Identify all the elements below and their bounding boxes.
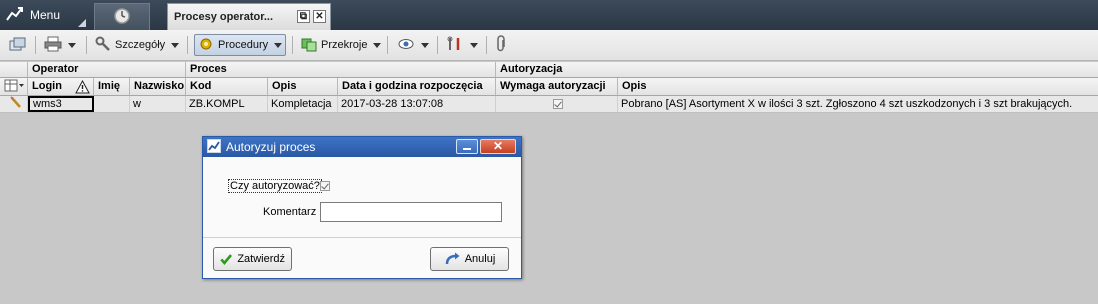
grid-column-header: Login Imię Nazwisko Kod Opis Data i godz… <box>0 78 1098 96</box>
column-header-imie[interactable]: Imię <box>94 78 130 95</box>
edit-pencil-icon <box>10 96 21 108</box>
toolbar-separator <box>86 36 87 54</box>
gears-icon <box>198 36 214 55</box>
cell-login[interactable]: wms3 <box>28 96 94 112</box>
dialog-footer: Zatwierdź Anuluj <box>203 237 521 279</box>
sections-label: Przekroje <box>321 39 368 51</box>
column-header-nazwisko[interactable]: Nazwisko <box>130 78 186 95</box>
comment-input[interactable] <box>320 202 502 222</box>
chevron-down-icon <box>470 42 478 48</box>
tab-procesy-operatorow[interactable]: Procesy operator... ⧉ ✕ <box>167 3 331 30</box>
toolbar-separator <box>387 36 388 54</box>
menu-label: Menu <box>30 8 61 22</box>
tab-dashboard[interactable] <box>94 3 150 30</box>
authorize-checkbox[interactable] <box>320 181 330 191</box>
cell-opis-autoryzacji[interactable]: Pobrano [AS] Asortyment X w ilości 3 szt… <box>618 96 1098 112</box>
tools-button[interactable] <box>443 34 481 56</box>
chevron-down-icon <box>68 42 76 48</box>
column-chooser-button[interactable] <box>0 78 28 95</box>
procedures-button[interactable]: Procedury <box>194 34 286 56</box>
tab-restore-button[interactable]: ⧉ <box>297 10 310 23</box>
grid-group-header: Operator Proces Autoryzacja <box>0 62 1098 78</box>
warning-icon <box>75 80 90 94</box>
dialog-minimize-button[interactable] <box>456 139 478 154</box>
cell-wymaga-autoryzacji[interactable] <box>496 96 618 112</box>
dialog-title-bar[interactable]: Autoryzuj proces ✕ <box>203 137 521 157</box>
chevron-down-icon <box>171 42 180 48</box>
comment-label: Komentarz <box>263 206 317 218</box>
toolbar-separator <box>187 36 188 54</box>
chevron-down-icon <box>421 42 429 48</box>
column-header-opis[interactable]: Opis <box>268 78 338 95</box>
undo-arrow-icon <box>445 252 460 265</box>
cell-kod[interactable]: ZB.KOMPL <box>186 96 268 112</box>
cell-data[interactable]: 2017-03-28 13:07:08 <box>338 96 496 112</box>
dialog-title: Autoryzuj proces <box>226 140 316 154</box>
cell-nazwisko[interactable]: w <box>130 96 186 112</box>
row-indicator <box>0 96 28 112</box>
chevron-down-icon <box>373 42 382 48</box>
app-logo-icon <box>6 6 24 25</box>
toolbar-separator <box>35 36 36 54</box>
toolbar-separator <box>437 36 438 54</box>
cell-opis[interactable]: Kompletacja <box>268 96 338 112</box>
sections-icon <box>301 36 317 55</box>
group-header-proces: Proces <box>186 62 496 77</box>
process-grid: Operator Proces Autoryzacja Login Imię N… <box>0 62 1098 304</box>
authorize-process-dialog: Autoryzuj proces ✕ Czy autoryzować? Kome… <box>202 136 522 279</box>
procedures-label: Procedury <box>218 39 269 51</box>
cancel-label: Anuluj <box>464 253 496 265</box>
details-button[interactable]: Szczegóły <box>92 34 182 56</box>
column-header-kod[interactable]: Kod <box>186 78 268 95</box>
group-header-autoryzacja: Autoryzacja <box>500 63 563 75</box>
tools-icon <box>446 36 464 55</box>
checkmark-icon <box>220 254 233 265</box>
authorize-label: Czy autoryzować? <box>228 179 322 193</box>
attachments-button[interactable] <box>492 34 510 56</box>
menu-corner-icon <box>78 19 86 27</box>
tab-close-button[interactable]: ✕ <box>313 10 326 23</box>
tab-label: Procesy operator... <box>174 11 274 23</box>
paperclip-icon <box>495 34 507 56</box>
sections-button[interactable]: Przekroje <box>298 34 384 56</box>
eye-icon <box>397 36 415 55</box>
print-button[interactable] <box>41 34 79 56</box>
column-header-login-label: Login <box>32 80 62 92</box>
cell-imie[interactable] <box>94 96 130 112</box>
top-bar: Menu Procesy operator... ⧉ ✕ <box>0 0 1098 30</box>
column-header-data[interactable]: Data i godzina rozpoczęcia <box>338 78 496 95</box>
printer-icon <box>44 36 62 55</box>
view-options-button[interactable] <box>394 34 432 56</box>
details-label: Szczegóły <box>115 39 166 51</box>
clock-icon <box>113 7 131 28</box>
column-chooser-icon <box>4 79 24 92</box>
confirm-button[interactable]: Zatwierdź <box>213 247 292 271</box>
toolbar-separator <box>292 36 293 54</box>
menu-button[interactable]: Menu <box>0 0 88 30</box>
toolbar: Szczegóły Procedury Przekroje <box>0 30 1098 61</box>
authorization-required-checkbox <box>553 99 563 110</box>
wrench-icon <box>95 36 111 55</box>
app-logo-icon <box>207 138 221 156</box>
grid-corner <box>0 62 28 77</box>
column-header-opis-autoryzacji[interactable]: Opis <box>618 78 1098 95</box>
windows-icon <box>9 36 27 55</box>
table-row[interactable]: wms3 w ZB.KOMPL Kompletacja 2017-03-28 1… <box>0 96 1098 113</box>
chevron-down-icon <box>274 42 283 48</box>
confirm-label: Zatwierdź <box>237 253 285 265</box>
column-header-wymaga-autoryzacji[interactable]: Wymaga autoryzacji <box>496 78 618 95</box>
toolbar-separator <box>486 36 487 54</box>
column-header-login[interactable]: Login <box>28 78 94 95</box>
windows-button[interactable] <box>6 34 30 56</box>
group-header-operator: Operator <box>28 62 186 77</box>
cancel-button[interactable]: Anuluj <box>430 247 509 271</box>
dialog-close-button[interactable]: ✕ <box>480 139 516 154</box>
dialog-body: Czy autoryzować? Komentarz <box>203 157 521 236</box>
